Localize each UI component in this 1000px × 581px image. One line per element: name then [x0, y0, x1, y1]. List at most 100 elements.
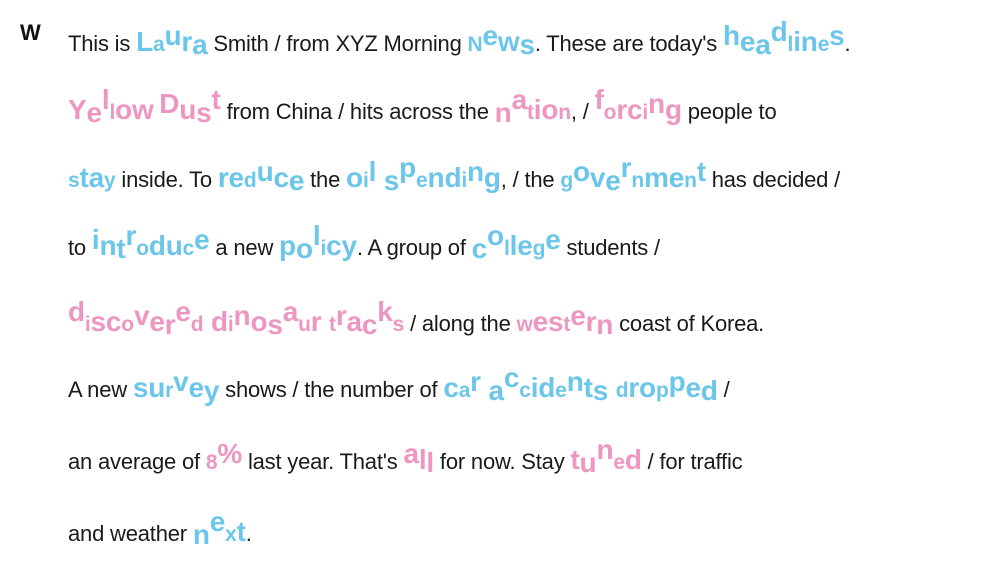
- script-text: / along the: [404, 311, 517, 336]
- highlight-letter: o: [115, 94, 132, 125]
- blue-highlight-phrase: oil spending: [346, 152, 501, 196]
- script-line-4: to introduce a new policy. A group of co…: [68, 220, 980, 265]
- highlight-letter: n: [427, 162, 445, 193]
- speaker-label: W: [20, 20, 41, 45]
- highlight-letter: a: [282, 296, 299, 327]
- pink-highlight-phrase: western: [516, 300, 614, 340]
- highlight-letter: n: [596, 434, 614, 465]
- highlight-letter: e: [416, 169, 428, 192]
- highlight-letter: e: [555, 379, 567, 402]
- highlight-letter: d: [444, 162, 462, 193]
- pink-highlight-phrase: discovered dinosaur tracks: [68, 296, 405, 340]
- pink-highlight-phrase: tuned: [570, 434, 642, 478]
- highlight-letter: d: [538, 372, 556, 403]
- script-text: a new: [209, 235, 280, 260]
- script-text: This is: [68, 31, 137, 56]
- highlight-letter: d: [770, 16, 788, 47]
- highlight-letter: e: [228, 162, 245, 193]
- blue-highlight-phrase: reduce: [217, 156, 305, 196]
- highlight-letter: r: [164, 309, 176, 340]
- highlight-letter: t: [696, 156, 706, 187]
- highlight-letter: d: [190, 313, 204, 336]
- highlight-letter: y: [341, 230, 357, 261]
- highlight-letter: r: [217, 162, 229, 193]
- highlight-letter: c: [361, 309, 378, 340]
- highlight-letter: c: [182, 237, 195, 260]
- highlight-letter: e: [685, 372, 701, 403]
- blue-highlight-phrase: survey: [132, 366, 220, 406]
- blue-highlight-phrase: headlines: [723, 16, 845, 60]
- highlight-letter: e: [570, 300, 586, 331]
- highlight-letter: r: [585, 306, 597, 337]
- highlight-letter: o: [295, 233, 313, 264]
- highlight-letter: N: [467, 33, 483, 56]
- highlight-letter: a: [458, 379, 471, 402]
- pink-highlight-phrase: forcing: [595, 84, 682, 125]
- script-text: .: [844, 31, 851, 56]
- script-text: people to: [681, 99, 777, 124]
- highlight-letter: e: [532, 306, 549, 337]
- highlight-letter: c: [627, 94, 643, 125]
- highlight-letter: a: [511, 84, 528, 115]
- highlight-letter: x: [225, 523, 237, 546]
- highlight-letter: e: [188, 372, 204, 403]
- highlight-letter: n: [494, 97, 512, 128]
- script-text: the: [304, 167, 347, 192]
- highlight-letter: n: [684, 169, 697, 192]
- script-text: . These are today's: [534, 31, 723, 56]
- highlight-letter: u: [148, 372, 166, 403]
- highlight-letter: s: [829, 20, 845, 51]
- highlight-letter: y: [103, 169, 116, 192]
- highlight-letter: e: [86, 97, 102, 128]
- highlight-letter: e: [194, 224, 210, 255]
- highlight-letter: a: [755, 29, 771, 60]
- highlight-letter: u: [179, 94, 197, 125]
- highlight-letter: c: [105, 306, 122, 337]
- highlight-letter: s: [519, 29, 535, 60]
- highlight-letter: y: [203, 375, 220, 406]
- highlight-letter: p: [279, 230, 296, 261]
- highlight-letter: d: [68, 296, 85, 327]
- script-text: , / the: [500, 167, 561, 192]
- highlight-letter: p: [668, 366, 686, 397]
- highlight-letter: r: [181, 26, 193, 57]
- highlight-letter: r: [335, 300, 347, 331]
- highlight-letter: o: [121, 313, 134, 336]
- script-line-1: This is Laura Smith / from XYZ Morning N…: [68, 16, 980, 61]
- highlight-letter: o: [541, 94, 559, 125]
- highlight-letter: a: [488, 375, 504, 406]
- highlight-letter: e: [545, 224, 561, 255]
- highlight-letter: c: [326, 230, 342, 261]
- pink-highlight-phrase: nation: [494, 84, 571, 128]
- highlight-letter: n: [466, 156, 484, 187]
- highlight-letter: L: [136, 26, 153, 57]
- highlight-letter: s: [392, 313, 405, 336]
- highlight-letter: c: [443, 372, 459, 403]
- blue-highlight-phrase: next: [193, 506, 246, 550]
- highlight-letter: s: [548, 306, 564, 337]
- blue-highlight-phrase: introduce: [92, 220, 210, 264]
- highlight-letter: r: [628, 372, 640, 403]
- highlight-letter: h: [722, 20, 740, 51]
- highlight-letter: s: [132, 372, 149, 403]
- highlight-letter: c: [519, 379, 531, 402]
- highlight-letter: d: [624, 444, 642, 475]
- script-line-3: stay inside. To reduce the oil spending,…: [68, 152, 980, 197]
- highlight-letter: [376, 162, 384, 193]
- script-text: coast of Korea.: [613, 311, 765, 336]
- script-text: inside. To: [115, 167, 218, 192]
- highlight-letter: n: [800, 26, 818, 57]
- highlight-letter: n: [233, 300, 251, 331]
- highlight-letter: [203, 306, 211, 337]
- script-text: has decided /: [705, 167, 841, 192]
- highlight-letter: w: [497, 26, 520, 57]
- script-line-2: Yellow Dust from China / hits across the…: [68, 84, 980, 129]
- script-line-8: and weather next.: [68, 506, 980, 551]
- script-text: / for traffic: [641, 449, 743, 474]
- blue-highlight-phrase: car accidents dropped: [443, 362, 718, 406]
- highlight-letter: s: [383, 165, 400, 196]
- script-text: , /: [570, 99, 595, 124]
- highlight-letter: w: [516, 313, 533, 336]
- highlight-letter: g: [483, 162, 501, 193]
- highlight-letter: e: [149, 306, 165, 337]
